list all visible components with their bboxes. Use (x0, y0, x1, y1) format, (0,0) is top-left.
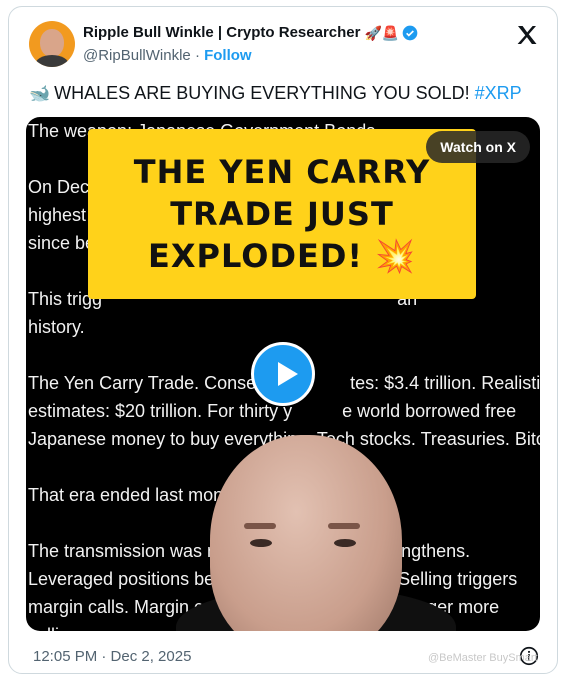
presenter-right-brow (328, 523, 360, 529)
presenter-left-eye (250, 539, 272, 547)
presenter-right-eye (334, 539, 356, 547)
presenter-left-brow (244, 523, 276, 529)
watch-on-x-button[interactable]: Watch on X (426, 131, 530, 163)
avatar-head (40, 29, 64, 57)
author-name-row[interactable]: Ripple Bull Winkle | Crypto Researcher 🚀🚨 (83, 24, 418, 42)
presenter-head (210, 435, 402, 631)
banner-line-3: EXPLODED! 💥 (148, 237, 416, 275)
tweet-card: Ripple Bull Winkle | Crypto Researcher 🚀🚨… (8, 6, 558, 674)
handle-separator: · (194, 47, 200, 64)
video-player[interactable]: The weapon: Japanese Government Bonds. O… (26, 117, 540, 631)
author-name[interactable]: Ripple Bull Winkle | Crypto Researcher (83, 24, 360, 41)
tweet-timestamp[interactable]: 12:05 PM · Dec 2, 2025 (33, 648, 191, 665)
play-button[interactable] (251, 342, 315, 406)
x-logo-icon[interactable] (515, 23, 539, 47)
handle-row: @RipBullWinkle · Follow (83, 47, 252, 64)
avatar-body (35, 55, 69, 67)
video-banner: THE YEN CARRY TRADE JUST EXPLODED! 💥 (88, 129, 476, 299)
banner-line-1: THE YEN CARRY (133, 153, 431, 191)
hashtag-link[interactable]: #XRP (475, 83, 522, 103)
play-icon (278, 362, 298, 386)
follow-button[interactable]: Follow (204, 47, 252, 64)
tweet-body: WHALES ARE BUYING EVERYTHING YOU SOLD! (54, 83, 470, 103)
whale-emoji: 🐋 (29, 84, 51, 103)
banner-line-2: TRADE JUST (170, 195, 394, 233)
author-handle[interactable]: @RipBullWinkle (83, 47, 191, 64)
tweet-text: 🐋 WHALES ARE BUYING EVERYTHING YOU SOLD! … (29, 83, 522, 104)
verified-badge-icon (403, 25, 418, 41)
author-name-emojis: 🚀🚨 (364, 24, 400, 41)
avatar[interactable] (29, 21, 75, 67)
watermark: @BeMaster BuySmart (428, 652, 538, 664)
